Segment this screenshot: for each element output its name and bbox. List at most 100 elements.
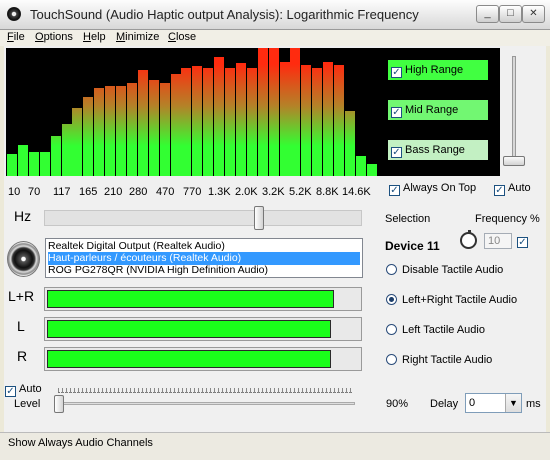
spectrum-bar [17,145,28,176]
frequency-label: 1.3K [208,186,231,198]
frequency-label: 210 [104,186,123,198]
spectrum-bar [366,164,377,176]
channel-meter-r [44,347,362,371]
spectrum-bar [159,83,170,176]
frequency-label: 117 [53,186,71,198]
high-range-checkbox[interactable]: ✓ High Range [388,60,488,80]
menu-close[interactable]: Close [168,31,196,43]
frequency-label: 5.2K [289,186,312,198]
frequency-label: 8.8K [316,186,339,198]
spectrum-bar [257,48,268,176]
frequency-label: 165 [79,186,98,198]
menu-bar: File Options Help Minimize Close [0,30,550,46]
minimize-window-button[interactable]: _ [476,5,499,23]
app-icon[interactable] [7,7,21,21]
channel-meter-fill [47,290,334,308]
close-window-button[interactable]: ✕ [522,5,545,23]
always-on-top-checkbox[interactable]: ✓ Always On Top [389,182,476,196]
spectrum-analyzer [6,48,377,176]
spectrum-bar [116,86,126,176]
maximize-window-button[interactable]: □ [499,5,522,23]
channel-meter-fill [47,350,331,368]
frequency-checkbox[interactable]: ✓ [517,234,531,248]
stopwatch-icon [460,230,477,249]
frequency-label: 14.6K [342,186,371,198]
radio-button-icon [386,294,397,305]
spectrum-bar [7,154,17,176]
frequency-label: 770 [183,186,202,198]
spectrum-bar [181,68,192,176]
channel-meter-lr [44,287,362,311]
spectrum-bar [334,65,344,176]
status-text: Show Always Audio Channels [8,437,153,449]
frequency-label: 280 [129,186,148,198]
menu-file[interactable]: File [7,31,25,43]
delay-unit: ms [526,398,541,410]
channel-meter-fill [47,320,331,338]
spectrum-bar [72,108,83,176]
spectrum-bar [214,57,225,176]
spectrum-bar [126,83,137,176]
spectrum-bar [246,68,257,176]
menu-options[interactable]: Options [35,31,73,43]
menu-minimize[interactable]: Minimize [116,31,159,43]
channel-label-r: R [17,348,28,364]
spectrum-bar [279,62,290,176]
bass-range-checkbox[interactable]: ✓ Bass Range [388,140,488,160]
level-slider-ticks [58,388,352,393]
checkbox-check-icon: ✓ [517,237,528,248]
checkbox-check-icon: ✓ [5,386,16,397]
auto-level-checkbox[interactable]: ✓ Auto [5,383,42,397]
auto-top-checkbox[interactable]: ✓ Auto [494,182,531,196]
radio-button-icon [386,354,397,365]
radio-left-right-tactile[interactable]: Left+Right Tactile Audio [386,294,517,306]
spectrum-bar [170,74,181,176]
menu-help[interactable]: Help [83,31,106,43]
spectrum-bar [148,80,159,176]
frequency-label: 3.2K [262,186,285,198]
spectrum-bar [235,63,246,176]
channel-label-l: L [17,318,25,334]
window-title: TouchSound (Audio Haptic output Analysis… [30,7,419,22]
spectrum-bar [192,66,203,176]
device-list-item[interactable]: ROG PG278QR (NVIDIA High Definition Audi… [48,264,360,277]
radio-right-tactile[interactable]: Right Tactile Audio [386,354,492,366]
frequency-input[interactable]: 10 [484,233,512,249]
spectrum-bar [203,68,214,176]
radio-left-tactile[interactable]: Left Tactile Audio [386,324,485,336]
spectrum-bar [355,156,366,176]
volume-slider-thumb[interactable] [503,156,525,166]
delay-label: Delay [430,398,459,410]
spectrum-bar [225,68,235,176]
hz-label: Hz [14,208,32,224]
checkbox-check-icon: ✓ [494,185,505,196]
radio-button-icon [386,264,397,275]
hz-slider-track[interactable] [44,210,362,226]
spectrum-bar [312,68,323,176]
spectrum-bar [344,111,355,176]
speaker-icon [7,241,40,277]
spectrum-bar [301,65,312,176]
frequency-label: 70 [28,186,41,198]
volume-slider-track[interactable] [512,56,516,166]
selection-label: Selection [385,213,431,225]
spectrum-bar [137,70,148,176]
device-name: Device 11 [385,239,440,253]
mid-range-checkbox[interactable]: ✓ Mid Range [388,100,488,120]
frequency-label: 10 [8,186,21,198]
level-label: Level [14,398,41,410]
radio-disable-tactile[interactable]: Disable Tactile Audio [386,264,503,276]
spectrum-bar [94,88,105,176]
hz-slider-thumb[interactable] [254,206,264,230]
frequency-label: 470 [156,186,175,198]
level-slider-thumb[interactable] [54,395,64,413]
level-slider-track[interactable] [58,402,355,405]
frequency-label: 2.0K [235,186,258,198]
checkbox-check-icon: ✓ [389,185,400,196]
chevron-down-icon[interactable]: ▼ [505,394,521,412]
checkbox-check-icon: ✓ [391,147,402,158]
channel-meter-l [44,317,362,341]
channel-label-lr: L+R [8,288,35,304]
frequency-percent-label: Frequency % [475,213,540,225]
device-list[interactable]: Realtek Digital Output (Realtek Audio) H… [45,238,363,278]
